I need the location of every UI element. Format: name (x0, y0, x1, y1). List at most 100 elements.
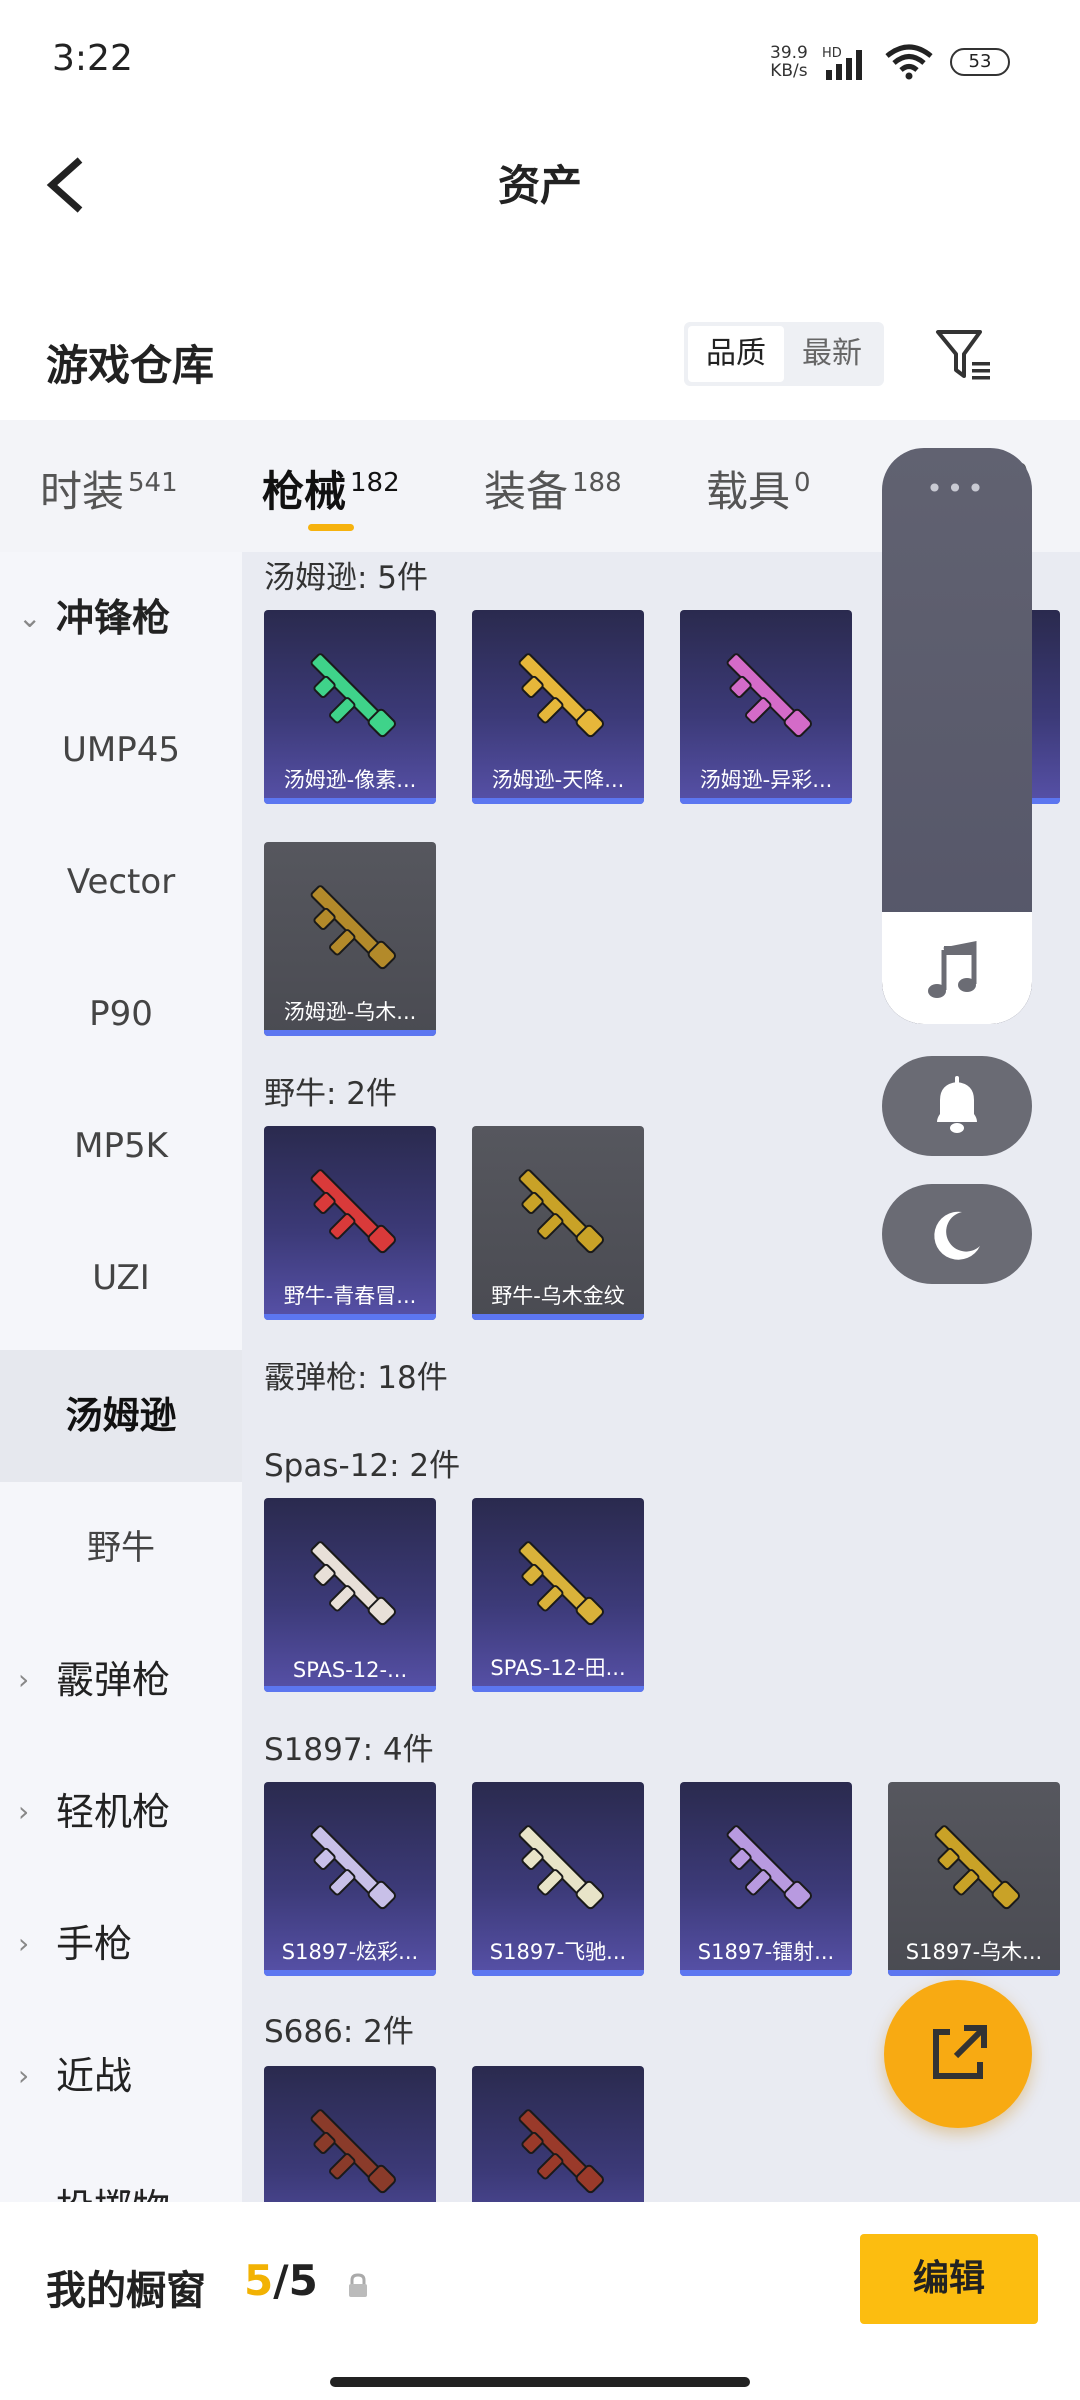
chevron-right-icon: › (18, 1795, 30, 1828)
music-note-icon (928, 940, 977, 998)
sidebar-item-uzi[interactable]: UZI (0, 1212, 242, 1344)
bell-icon (937, 1076, 977, 1133)
weapon-icon (310, 1169, 397, 1254)
section-title: Spas-12: 2件 (264, 1448, 461, 1484)
chevron-right-icon: › (18, 1663, 30, 1696)
weapon-skin-card[interactable]: 汤姆逊-像素... (264, 610, 436, 804)
sidebar-item-thompson[interactable]: 汤姆逊 (0, 1350, 242, 1482)
sidebar-item-ump45[interactable]: UMP45 (0, 684, 242, 816)
section-title: S686: 2件 (264, 2014, 414, 2050)
weapon-icon (310, 1825, 397, 1910)
weapon-skin-card[interactable]: S1897-飞驰... (472, 1782, 644, 1976)
sidebar-item-mp5k[interactable]: MP5K (0, 1080, 242, 1212)
weapon-icon (518, 1541, 605, 1626)
home-indicator (330, 2377, 750, 2387)
sort-quality-button[interactable]: 品质 (688, 326, 784, 382)
lock-icon (349, 2273, 367, 2297)
weapon-skin-name: 汤姆逊-乌木... (283, 1000, 417, 1024)
rarity-bar (264, 1314, 436, 1320)
warehouse-header: 游戏仓库 品质 最新 (0, 300, 1080, 420)
weapon-icon (310, 2109, 397, 2194)
weapon-skin-card[interactable]: 野牛-青春冒... (264, 1126, 436, 1320)
tab-equipment[interactable]: 装备 188 (484, 458, 622, 519)
edit-button[interactable]: 编辑 (860, 2234, 1038, 2324)
weapon-skin-card[interactable]: S1897-炫彩... (264, 1782, 436, 1976)
weapon-skin-name: S1897-飞驰... (489, 1940, 627, 1964)
notification-button[interactable] (882, 1056, 1032, 1156)
share-out-icon (933, 2025, 987, 2079)
music-button[interactable] (882, 912, 1032, 1024)
weapon-icon (726, 1825, 813, 1910)
weapon-icon (518, 1825, 605, 1910)
rarity-bar (264, 1686, 436, 1692)
chevron-down-icon: ⌄ (18, 601, 42, 634)
rarity-bar (888, 1970, 1060, 1976)
rarity-bar (264, 798, 436, 804)
weapon-skin-card[interactable]: S1897-镭射... (680, 1782, 852, 1976)
rarity-bar (264, 1970, 436, 1976)
weapon-icon (310, 1541, 397, 1626)
status-time: 3:22 (52, 38, 133, 79)
weapon-skin-name: 野牛-青春冒... (283, 1284, 417, 1308)
sort-toggle: 品质 最新 (684, 322, 884, 386)
rarity-bar (680, 798, 852, 804)
sidebar-item-smg[interactable]: ⌄ 冲锋枪 (0, 552, 242, 684)
showcase-label: 我的橱窗 (46, 2268, 206, 2314)
rarity-bar (472, 798, 644, 804)
weapon-skin-card[interactable]: SPAS-12-... (264, 1498, 436, 1692)
weapon-skin-card[interactable]: 汤姆逊-天降... (472, 610, 644, 804)
share-button[interactable] (884, 1980, 1032, 2128)
sidebar-item-melee[interactable]: › 近战 (0, 2010, 242, 2142)
section-title: S1897: 4件 (264, 1732, 434, 1768)
sidebar-item-shotgun[interactable]: › 霰弹枪 (0, 1614, 242, 1746)
drag-handle[interactable]: ••• (882, 472, 1032, 505)
tab-vehicles[interactable]: 载具 0 (706, 458, 811, 519)
weapon-skin-card[interactable]: 汤姆逊-异彩... (680, 610, 852, 804)
status-bar: 3:22 39.9 KB/s HD 53 (0, 0, 1080, 130)
weapon-skin-card[interactable]: 野牛-乌木金纹 (472, 1126, 644, 1320)
weapon-skin-card[interactable]: 汤姆逊-乌木... (264, 842, 436, 1036)
weapon-icon (518, 1169, 605, 1254)
tab-firearms[interactable]: 枪械 182 (262, 458, 400, 519)
weapon-skin-card[interactable] (264, 2066, 436, 2202)
dark-mode-button[interactable] (882, 1184, 1032, 1284)
chevron-right-icon: › (18, 1927, 30, 1960)
sidebar-item-lmg[interactable]: › 轻机枪 (0, 1746, 242, 1878)
sort-newest-button[interactable]: 最新 (784, 326, 880, 382)
floating-control-panel: ••• (882, 448, 1032, 1024)
weapon-skin-name: SPAS-12-田... (490, 1656, 626, 1680)
weapon-icon (726, 653, 813, 738)
active-tab-indicator (308, 524, 354, 531)
weapon-skin-card[interactable]: SPAS-12-田... (472, 1498, 644, 1692)
rarity-bar (680, 1970, 852, 1976)
sidebar-item-throwable[interactable]: ›投掷物 (0, 2142, 242, 2202)
rarity-bar (472, 1686, 644, 1692)
chevron-right-icon: › (18, 2142, 29, 2202)
tab-fashion[interactable]: 时装 541 (40, 458, 178, 519)
sidebar-item-vector[interactable]: Vector (0, 816, 242, 948)
section-title: 霰弹枪: 18件 (264, 1360, 448, 1396)
sidebar-item-pistol[interactable]: › 手枪 (0, 1878, 242, 2010)
sidebar-item-p90[interactable]: P90 (0, 948, 242, 1080)
sidebar-item-bizon[interactable]: 野牛 (0, 1482, 242, 1614)
weapon-icon (310, 653, 397, 738)
filter-icon[interactable] (932, 324, 996, 388)
chevron-right-icon: › (18, 2059, 30, 2092)
weapon-category-sidebar: ⌄ 冲锋枪 UMP45 Vector P90 MP5K UZI 汤姆逊 野牛 › 霰… (0, 552, 242, 2202)
battery-indicator: 53 (950, 48, 1010, 76)
signal-icon: HD (822, 46, 862, 80)
showcase-bar: 我的橱窗 5/5 编辑 (0, 2202, 1080, 2400)
weapon-skin-name: S1897-炫彩... (281, 1940, 419, 1964)
weapon-skin-card[interactable] (472, 2066, 644, 2202)
header: 资产 (0, 130, 1080, 240)
weapon-skin-card[interactable]: S1897-乌木... (888, 1782, 1060, 1976)
weapon-icon (310, 885, 397, 970)
section-title: 野牛: 2件 (264, 1076, 398, 1112)
network-speed: 39.9 KB/s (770, 43, 808, 81)
wifi-icon (885, 44, 933, 80)
weapon-skin-name: 汤姆逊-异彩... (699, 768, 833, 792)
weapon-skin-name: 野牛-乌木金纹 (491, 1284, 625, 1308)
weapon-skin-name: 汤姆逊-天降... (491, 768, 625, 792)
page-title: 资产 (497, 161, 582, 210)
warehouse-title: 游戏仓库 (46, 341, 215, 390)
